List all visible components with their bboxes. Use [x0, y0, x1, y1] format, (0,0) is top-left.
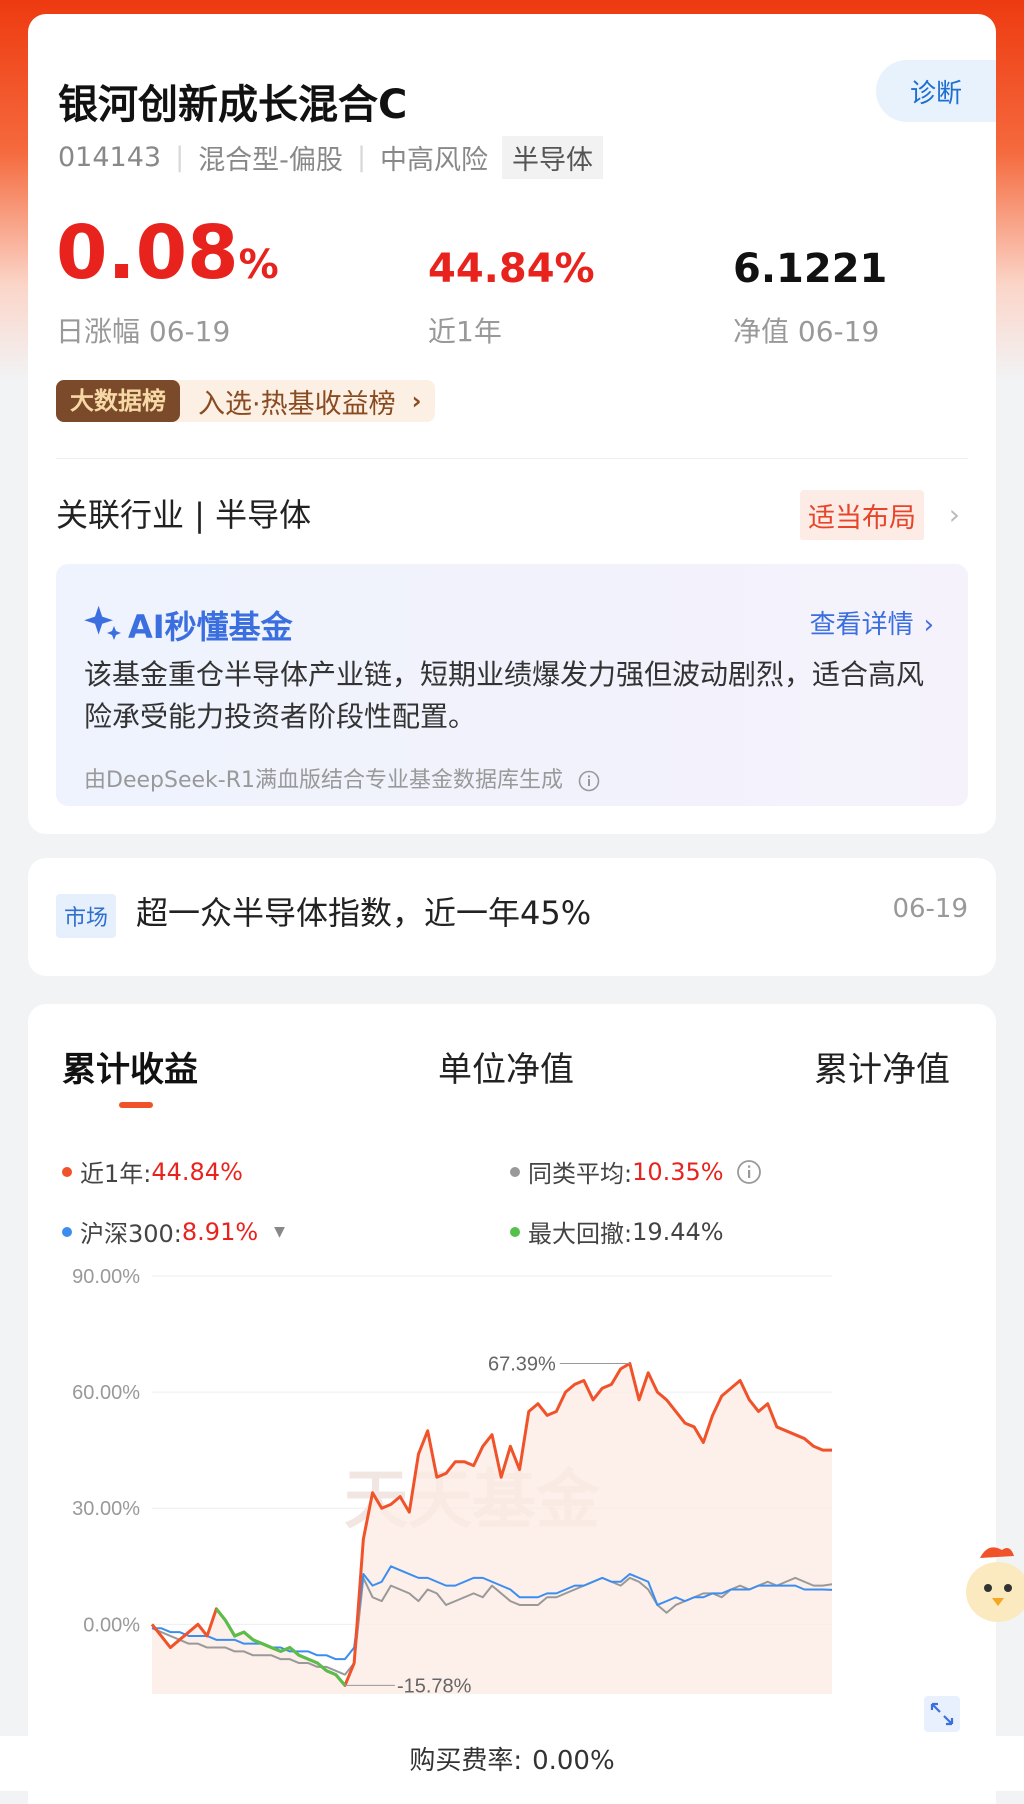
purchase-fee-bar: 购买费率: 0.00%: [0, 1736, 1024, 1791]
year-return-value: 44.84%: [428, 246, 595, 292]
legend-average: 同类平均: 10.35%: [510, 1154, 762, 1189]
related-industry[interactable]: 关联行业 | 半导体: [56, 490, 311, 536]
nav-value: 6.1221: [733, 246, 888, 292]
rank-badge: 大数据榜: [56, 380, 180, 422]
y-tick-label: 90.00%: [72, 1266, 140, 1288]
market-tag: 市场: [56, 894, 117, 938]
advice-badge: 适当布局: [800, 490, 924, 541]
fund-code: 014143: [58, 142, 162, 173]
legend-dot: [62, 1226, 72, 1237]
fee-value: 0.00%: [532, 1746, 615, 1776]
chevron-right-icon[interactable]: ›: [949, 498, 960, 531]
market-date: 06-19: [892, 894, 968, 924]
ai-title: AI秒懂基金: [128, 608, 293, 646]
separator: |: [175, 142, 185, 173]
chevron-right-icon: ›: [411, 387, 422, 415]
fund-risk: 中高风险: [380, 145, 489, 176]
legend-dot: [510, 1166, 520, 1177]
legend-fund: 近1年: 44.84%: [62, 1154, 243, 1189]
ai-summary-card: AI秒懂基金 查看详情 › 该基金重仓半导体产业链，短期业绩爆发力强但波动剧烈，适…: [28, 540, 996, 834]
market-headline: 超一众半导体指数，近一年45%: [136, 894, 592, 932]
tab-cumulative-nav[interactable]: 累计净值: [814, 1042, 950, 1091]
expand-icon[interactable]: [924, 1696, 960, 1732]
active-tab-indicator: [119, 1102, 153, 1108]
chevron-right-icon: ›: [923, 610, 934, 640]
fund-name: 银河创新成长混合C: [58, 82, 408, 128]
legend-dot: [510, 1226, 520, 1237]
tab-cumulative-return[interactable]: 累计收益: [62, 1042, 198, 1091]
info-icon[interactable]: [736, 1159, 762, 1185]
performance-chart-card: 累计收益 单位净值 累计净值 近1年: 44.84% 同类平均: 10.35% 沪深…: [28, 1004, 996, 1804]
y-tick-label: 30.00%: [72, 1498, 140, 1520]
rank-text: 入选·热基收益榜: [198, 388, 396, 420]
ai-source-note: 由DeepSeek-R1满血版结合专业基金数据库生成: [84, 762, 600, 794]
fund-header-card: 银河创新成长混合C 诊断 014143 | 混合型-偏股 | 中高风险 半导体 …: [28, 14, 996, 560]
year-return-label: 近1年: [428, 315, 502, 348]
return-chart[interactable]: 90.00%60.00%30.00%0.00%天天基金67.39%-15.78%: [28, 1264, 996, 1724]
sparkle-icon: [82, 604, 122, 644]
daily-change-value: 0.08%: [56, 210, 279, 296]
daily-change-label: 日涨幅 06-19: [56, 315, 231, 348]
tab-unit-nav[interactable]: 单位净值: [438, 1042, 574, 1091]
ai-summary-box[interactable]: AI秒懂基金 查看详情 › 该基金重仓半导体产业链，短期业绩爆发力强但波动剧烈，适…: [56, 564, 968, 806]
legend-dot: [62, 1166, 72, 1177]
fund-category: 混合型-偏股: [198, 145, 343, 176]
legend-drawdown: 最大回撤: 19.44%: [510, 1214, 724, 1249]
y-tick-label: 60.00%: [72, 1382, 140, 1404]
rank-banner[interactable]: 大数据榜 入选·热基收益榜 ›: [56, 380, 436, 422]
fee-label: 购买费率:: [409, 1746, 523, 1776]
legend-hs300[interactable]: 沪深300: 8.91% ▼: [62, 1214, 285, 1249]
diagnose-button[interactable]: 诊断: [876, 60, 996, 122]
y-tick-label: 0.00%: [83, 1614, 140, 1636]
mascot-icon[interactable]: [958, 1540, 1024, 1626]
separator: |: [356, 142, 367, 173]
fund-meta: 014143 | 混合型-偏股 | 中高风险 半导体: [58, 136, 604, 179]
theme-tag: 半导体: [502, 136, 604, 179]
max-annotation: 67.39%: [488, 1354, 556, 1376]
view-details-link[interactable]: 查看详情 ›: [810, 604, 934, 641]
caret-down-icon[interactable]: ▼: [274, 1224, 285, 1240]
info-icon: [578, 770, 600, 792]
ai-summary-text: 该基金重仓半导体产业链，短期业绩爆发力强但波动剧烈，适合高风险承受能力投资者阶段…: [84, 658, 925, 733]
nav-label: 净值 06-19: [733, 315, 880, 348]
divider: [56, 458, 968, 459]
market-news-card[interactable]: 市场 超一众半导体指数，近一年45% 06-19: [28, 858, 996, 976]
min-annotation: -15.78%: [397, 1675, 472, 1697]
